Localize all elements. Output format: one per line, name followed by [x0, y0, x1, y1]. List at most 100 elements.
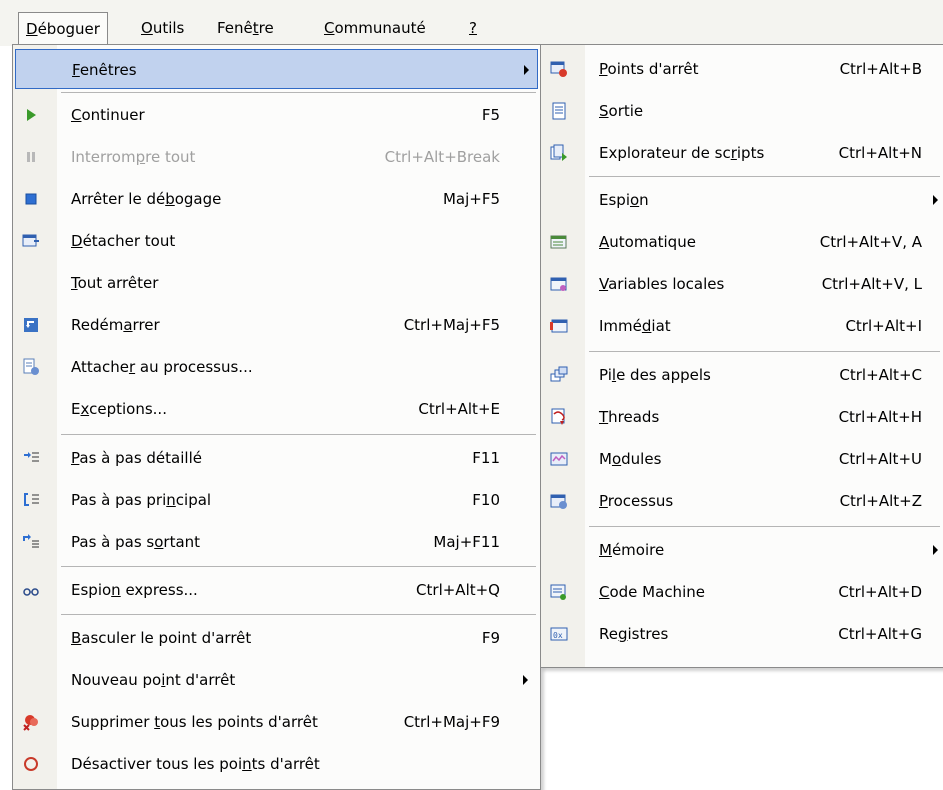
menu-item-points-arret[interactable]: Points d'arrêt Ctrl+Alt+B — [543, 49, 942, 89]
menu-separator — [61, 434, 536, 435]
menu-item-detacher-tout[interactable]: Détacher tout — [15, 221, 538, 261]
step-into-icon — [24, 452, 39, 462]
pause-icon — [27, 152, 35, 162]
processes-icon — [550, 494, 567, 509]
submenu-arrow-icon — [933, 545, 938, 555]
immediate-window-icon — [550, 319, 568, 333]
menu-item-espion[interactable]: Espion — [543, 180, 942, 220]
registers-icon: 0x — [550, 627, 568, 641]
windows-submenu: Points d'arrêt Ctrl+Alt+B Sortie Explora… — [540, 44, 943, 668]
menu-item-registres[interactable]: 0x Registres Ctrl+Alt+G — [543, 614, 942, 654]
menu-item-processus[interactable]: Processus Ctrl+Alt+Z — [543, 481, 942, 521]
menu-item-label: Sortie — [599, 102, 644, 120]
menu-item-shortcut: Ctrl+Alt+Break — [384, 148, 500, 166]
delete-breakpoints-icon — [23, 715, 38, 731]
menu-item-shortcut: Ctrl+Alt+V, L — [821, 275, 922, 293]
menu-item-automatique[interactable]: Automatique Ctrl+Alt+V, A — [543, 222, 942, 262]
menu-item-label: Exceptions... — [71, 400, 167, 418]
output-window-icon — [552, 102, 566, 120]
menu-item-label: Points d'arrêt — [599, 60, 699, 78]
menu-item-label: Détacher tout — [71, 232, 176, 250]
menu-item-desactiver-points-arret[interactable]: Désactiver tous les points d'arrêt — [15, 744, 538, 784]
svg-text:0x: 0x — [553, 631, 563, 640]
menu-item-label: Attacher au processus... — [71, 358, 253, 376]
menu-fenetre[interactable]: Fenêtre — [210, 14, 281, 42]
debug-menu: Fenêtres Continuer F5 Interrompre tout C… — [12, 44, 541, 790]
menu-separator — [589, 176, 940, 177]
step-over-icon — [24, 493, 39, 506]
menu-item-arreter-debogage[interactable]: Arrêter le débogage Maj+F5 — [15, 179, 538, 219]
breakpoints-window-icon — [550, 61, 567, 77]
menu-item-espion-express[interactable]: Espion express... Ctrl+Alt+Q — [15, 570, 538, 610]
menu-item-fenetres[interactable]: Fenêtres — [15, 49, 538, 89]
menu-item-shortcut: Ctrl+Alt+I — [845, 317, 922, 335]
menu-item-shortcut: Ctrl+Alt+E — [418, 400, 500, 418]
submenu-arrow-icon — [524, 65, 529, 75]
modules-icon — [550, 452, 568, 466]
menu-item-basculer-point-arret[interactable]: Basculer le point d'arrêt F9 — [15, 618, 538, 658]
menu-communaute[interactable]: Communauté — [317, 14, 433, 42]
menu-item-sortie[interactable]: Sortie — [543, 91, 942, 131]
menu-item-redemarrer[interactable]: Redémarrer Ctrl+Maj+F5 — [15, 305, 538, 345]
menu-item-variables-locales[interactable]: Variables locales Ctrl+Alt+V, L — [543, 264, 942, 304]
restart-icon — [24, 318, 38, 332]
play-icon — [27, 109, 36, 121]
menu-item-shortcut: Ctrl+Alt+H — [838, 408, 922, 426]
menu-item-shortcut: Ctrl+Maj+F5 — [403, 316, 500, 334]
menu-item-exceptions[interactable]: Exceptions... Ctrl+Alt+E — [15, 389, 538, 429]
menu-item-code-machine[interactable]: Code Machine Ctrl+Alt+D — [543, 572, 942, 612]
menu-item-pas-a-pas-sortant[interactable]: Pas à pas sortant Maj+F11 — [15, 522, 538, 562]
submenu-arrow-icon — [523, 675, 528, 685]
menu-item-shortcut: Ctrl+Alt+C — [839, 366, 922, 384]
menu-item-label: Immédiat — [599, 317, 671, 335]
menu-item-shortcut: Ctrl+Alt+V, A — [819, 233, 922, 251]
menu-deboguer[interactable]: Déboguer — [18, 12, 108, 45]
disassembly-icon — [550, 584, 566, 600]
menu-item-label: Supprimer tous les points d'arrêt — [71, 713, 318, 731]
menu-item-continuer[interactable]: Continuer F5 — [15, 95, 538, 135]
menu-item-memoire[interactable]: Mémoire — [543, 530, 942, 570]
menu-item-label: Désactiver tous les points d'arrêt — [71, 755, 320, 773]
menu-item-label: Pile des appels — [599, 366, 711, 384]
menu-item-tout-arreter[interactable]: Tout arrêter — [15, 263, 538, 303]
menu-outils[interactable]: Outils — [134, 14, 191, 42]
threads-icon — [551, 408, 565, 425]
menu-item-label: Basculer le point d'arrêt — [71, 629, 252, 647]
menu-item-pas-a-pas-detaille[interactable]: Pas à pas détaillé F11 — [15, 438, 538, 478]
menu-item-shortcut: Ctrl+Alt+Q — [416, 581, 500, 599]
menu-item-shortcut: F5 — [481, 106, 500, 124]
menu-item-label: Processus — [599, 492, 674, 510]
menu-separator — [589, 351, 940, 352]
menu-item-shortcut: Ctrl+Alt+D — [838, 583, 922, 601]
menu-item-immediat[interactable]: Immédiat Ctrl+Alt+I — [543, 306, 942, 346]
menu-item-label: Fenêtres — [72, 61, 137, 79]
menu-item-interrompre-tout[interactable]: Interrompre tout Ctrl+Alt+Break — [15, 137, 538, 177]
menu-item-label: Interrompre tout — [71, 148, 196, 166]
step-out-icon — [23, 534, 39, 548]
menu-item-threads[interactable]: Threads Ctrl+Alt+H — [543, 397, 942, 437]
menu-item-label: Pas à pas sortant — [71, 533, 201, 551]
attach-process-icon — [23, 358, 39, 375]
menu-item-label: Pas à pas détaillé — [71, 449, 202, 467]
menu-item-label: Nouveau point d'arrêt — [71, 671, 236, 689]
menu-item-label: Variables locales — [599, 275, 725, 293]
menu-item-nouveau-point-arret[interactable]: Nouveau point d'arrêt — [15, 660, 538, 700]
menu-item-label: Espion — [599, 191, 649, 209]
menu-bar: Déboguer Outils Fenêtre Communauté ? — [0, 0, 943, 46]
menu-item-shortcut: Ctrl+Maj+F9 — [403, 713, 500, 731]
autos-window-icon — [550, 235, 567, 249]
menu-item-pile-des-appels[interactable]: Pile des appels Ctrl+Alt+C — [543, 355, 942, 395]
menu-help[interactable]: ? — [462, 14, 484, 42]
menu-item-label: Continuer — [71, 106, 145, 124]
glasses-icon — [23, 588, 39, 596]
menu-item-modules[interactable]: Modules Ctrl+Alt+U — [543, 439, 942, 479]
menu-item-shortcut: F10 — [472, 491, 500, 509]
menu-item-attacher-processus[interactable]: Attacher au processus... — [15, 347, 538, 387]
menu-item-supprimer-points-arret[interactable]: Supprimer tous les points d'arrêt Ctrl+M… — [15, 702, 538, 742]
menu-item-explorateur-scripts[interactable]: Explorateur de scripts Ctrl+Alt+N — [543, 133, 942, 173]
menu-item-label: Redémarrer — [71, 316, 160, 334]
stop-icon — [25, 193, 37, 205]
menu-item-pas-a-pas-principal[interactable]: Pas à pas principal F10 — [15, 480, 538, 520]
menu-item-shortcut: Ctrl+Alt+U — [838, 450, 922, 468]
menu-item-shortcut: Ctrl+Alt+G — [838, 625, 922, 643]
